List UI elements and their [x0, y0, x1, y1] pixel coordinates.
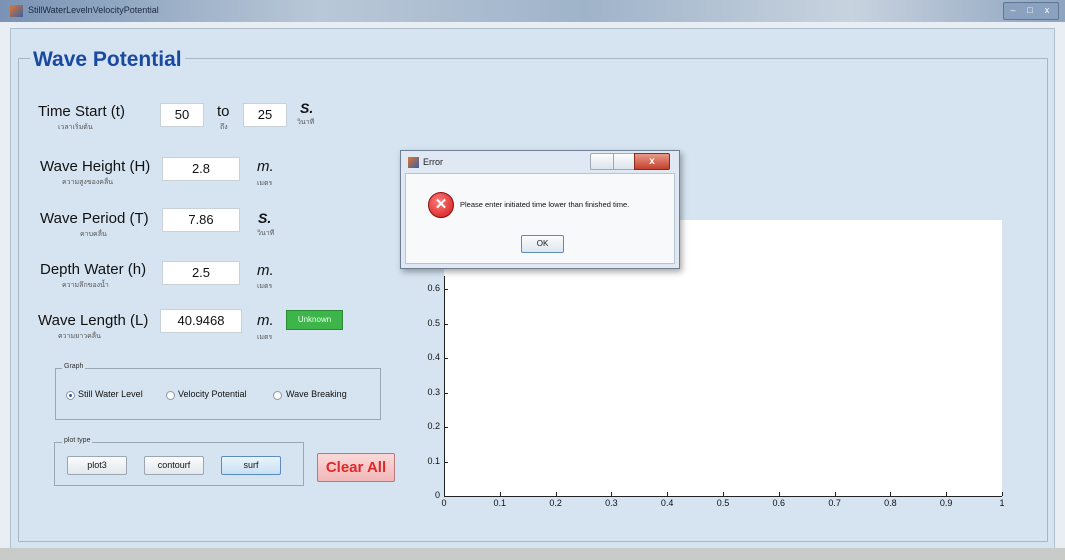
close-window-button[interactable]: x	[1039, 4, 1055, 17]
y-tick-label: 0.1	[427, 455, 440, 466]
y-tick-label: 0.6	[427, 283, 440, 293]
clear-all-button[interactable]: Clear All	[317, 453, 395, 482]
y-tick-label: 0.4	[427, 352, 440, 362]
x-tick-label: 0.4	[660, 498, 674, 508]
unknown-button[interactable]: Unknown	[286, 310, 343, 330]
wave-height-unit-sub: เมตร	[257, 180, 273, 187]
time-start-label: Time Start (t)	[38, 103, 125, 120]
to-label: to	[217, 103, 230, 120]
velocity-potential-radio[interactable]	[166, 391, 175, 400]
contourf-button[interactable]: contourf	[144, 456, 204, 475]
wave-period-input[interactable]: 7.86	[162, 208, 240, 232]
x-tick-label: 0.3	[605, 498, 618, 508]
bottom-edge	[0, 548, 1065, 560]
x-tick-label: 0.7	[828, 498, 841, 508]
y-tick-mark	[444, 496, 448, 497]
window-titlebar	[0, 0, 1065, 22]
wave-height-label: Wave Height (H)	[40, 158, 151, 175]
minimize-button[interactable]: –	[1005, 4, 1021, 17]
wave-period-unit: S.	[258, 210, 272, 226]
x-tick-label: 0.6	[772, 498, 786, 508]
time-start-input[interactable]: 50	[160, 103, 204, 127]
y-tick-mark	[444, 323, 448, 325]
dialog-title: Error	[423, 157, 443, 167]
x-tick-mark	[834, 492, 836, 496]
wave-length-unit: m.	[257, 312, 274, 329]
matlab-dialog-icon	[408, 157, 419, 168]
x-tick-mark	[723, 492, 724, 496]
still-water-level-label[interactable]: Still Water Level	[78, 389, 143, 399]
wave-length-label: Wave Length (L)	[38, 312, 149, 329]
y-tick-mark	[444, 392, 448, 394]
dialog-close-button[interactable]: x	[634, 153, 670, 170]
y-axis-line	[444, 276, 445, 496]
x-tick-mark	[611, 492, 613, 496]
wave-period-unit-sub: วินาที	[257, 230, 275, 237]
y-tick-mark	[444, 358, 448, 359]
y-tick-mark	[444, 289, 448, 290]
panel-title: Wave Potential	[30, 48, 185, 72]
x-tick-label: 0.1	[493, 498, 507, 508]
wave-breaking-radio[interactable]	[273, 391, 282, 400]
wave-length-input[interactable]: 40.9468	[160, 309, 242, 333]
time-start-sub-label: เวลาเริ่มต้น	[58, 124, 93, 131]
wave-height-sub-label: ความสูงของคลื่น	[62, 179, 114, 186]
velocity-potential-label[interactable]: Velocity Potential	[178, 389, 247, 399]
x-axis-line	[444, 496, 1002, 497]
y-tick-label: 0	[434, 490, 440, 500]
x-tick-label: 0.9	[939, 498, 953, 508]
depth-water-label: Depth Water (h)	[40, 261, 147, 278]
window-title: StillWaterLevelnVelocityPotential	[28, 5, 159, 15]
x-tick-mark	[667, 492, 669, 496]
x-tick-label: 0.2	[549, 498, 562, 508]
y-tick-mark	[444, 427, 448, 428]
x-tick-label: 0.5	[716, 498, 730, 508]
wave-period-sub-label: คาบคลื่น	[80, 231, 107, 238]
wave-height-unit: m.	[257, 158, 274, 175]
wave-breaking-label[interactable]: Wave Breaking	[286, 389, 347, 399]
x-tick-mark	[946, 492, 948, 496]
time-unit-sub: วินาที	[297, 119, 315, 126]
y-tick-mark	[444, 461, 448, 463]
wave-period-label: Wave Period (T)	[40, 210, 149, 227]
x-tick-label: 1	[999, 498, 1005, 508]
plot3-button[interactable]: plot3	[67, 456, 127, 475]
still-water-level-radio[interactable]	[66, 391, 75, 400]
time-unit: S.	[300, 100, 314, 116]
dialog-title-buttons: x	[590, 153, 670, 170]
window-controls: – □ x	[1003, 2, 1059, 20]
depth-water-sub-label: ความลึกของน้ำ	[62, 282, 109, 289]
x-tick-label: 0.8	[884, 498, 897, 508]
graph-group-title: Graph	[62, 363, 86, 370]
x-tick-mark	[555, 492, 557, 496]
maximize-button[interactable]: □	[1022, 4, 1038, 17]
dialog-maximize-button[interactable]	[613, 153, 635, 170]
wave-length-sub-label: ความยาวคลื่น	[58, 333, 101, 340]
matlab-app-icon	[10, 5, 23, 17]
y-tick-label: 0.3	[427, 386, 440, 397]
x-tick-mark	[499, 492, 501, 496]
y-tick-label: 0.5	[427, 317, 440, 328]
wave-length-unit-sub: เมตร	[257, 334, 273, 341]
error-icon: ✕	[428, 192, 454, 218]
dialog-minimize-button[interactable]	[590, 153, 614, 170]
depth-water-unit: m.	[257, 262, 274, 279]
to-sub-label: ถึง	[220, 124, 228, 131]
x-tick-mark	[890, 492, 892, 496]
depth-water-unit-sub: เมตร	[257, 283, 273, 290]
depth-water-input[interactable]: 2.5	[162, 261, 240, 285]
surf-button[interactable]: surf	[221, 456, 281, 475]
ok-button[interactable]: OK	[521, 235, 564, 253]
y-tick-label: 0.2	[427, 421, 440, 431]
x-tick-mark	[1002, 492, 1003, 496]
plot-type-group-title: plot type	[62, 437, 93, 444]
error-message: Please enter initiated time lower than f…	[460, 200, 630, 209]
wave-height-input[interactable]: 2.8	[162, 157, 240, 181]
x-tick-mark	[778, 492, 780, 496]
time-end-input[interactable]: 25	[243, 103, 287, 127]
